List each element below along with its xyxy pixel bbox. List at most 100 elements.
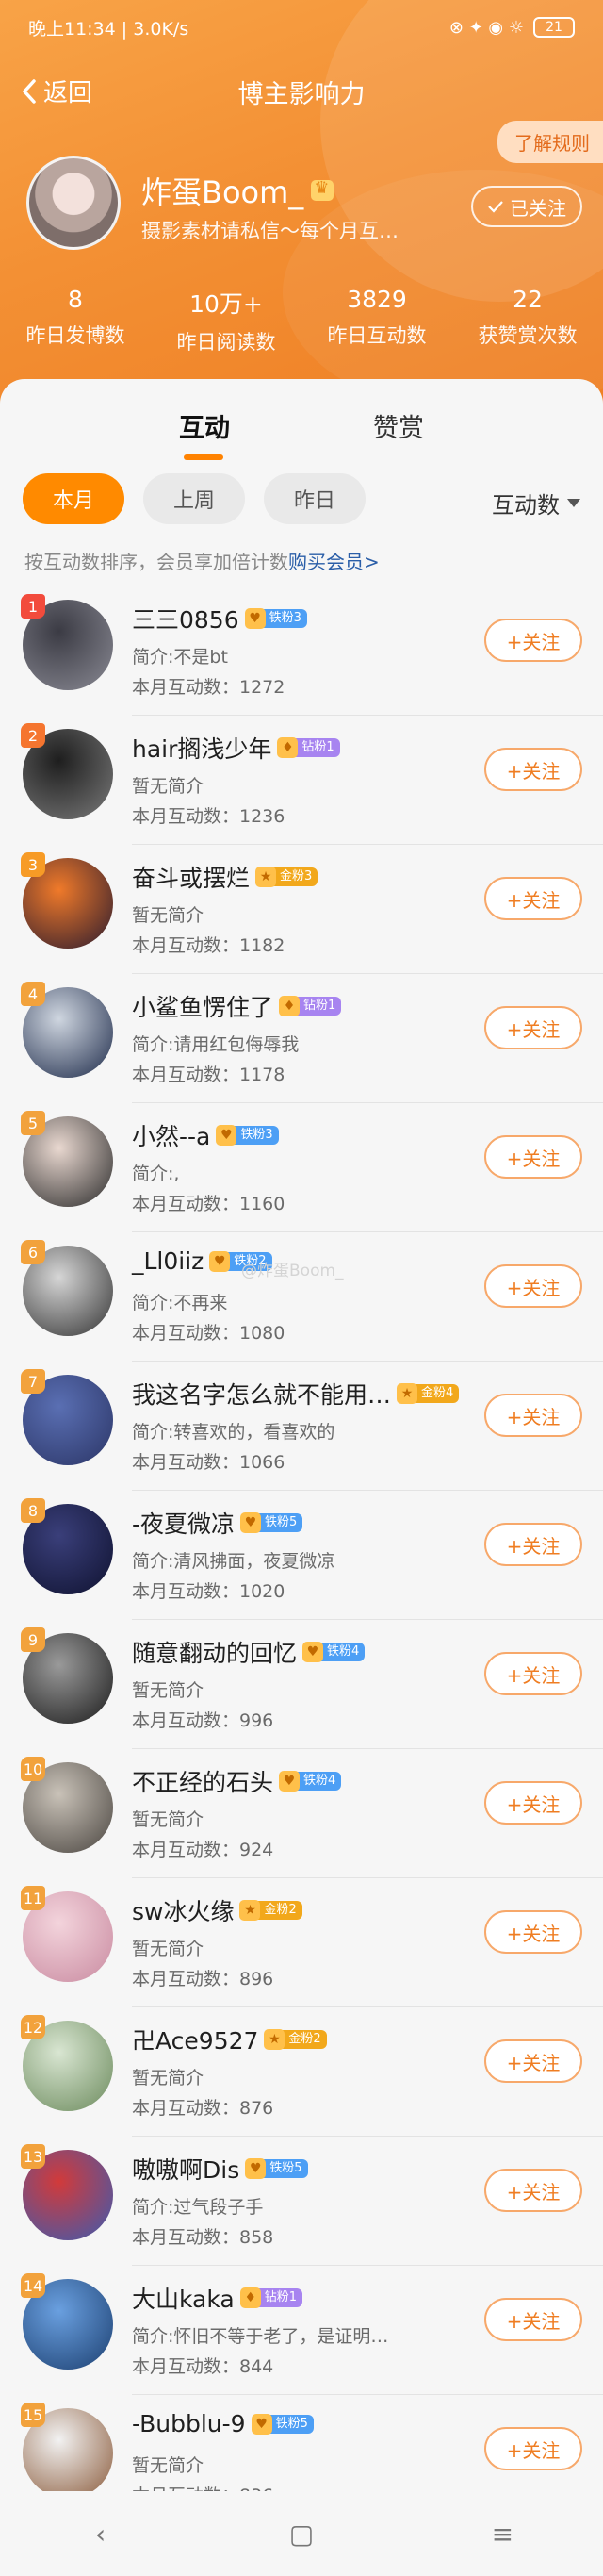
follow-button[interactable]: +关注 bbox=[484, 1394, 582, 1437]
ranking-hint: 按互动数排序，会员享加倍计数购买会员> bbox=[24, 547, 380, 574]
fan-badge-label: 铁粉3 bbox=[262, 609, 307, 628]
fan-name[interactable]: hair搁浅少年 bbox=[132, 731, 271, 765]
follow-button[interactable]: +关注 bbox=[484, 2298, 582, 2341]
rank-badge: 1 bbox=[21, 594, 45, 619]
stat-reads: 10万+ 昨日阅读数 bbox=[151, 286, 302, 355]
fan-row[interactable]: 9 随意翻动的回忆 ♥ 铁粉4 暂无简介 本月互动数：996 +关注 bbox=[0, 1620, 603, 1749]
sort-label: 互动数 bbox=[492, 492, 560, 519]
rank-badge: 5 bbox=[21, 1111, 45, 1135]
fan-description: 简介:清风拂面，夜夏微凉 bbox=[132, 1551, 335, 1572]
fan-badge-icon: ★ bbox=[397, 1383, 418, 1404]
fan-interaction-count: 本月互动数：1020 bbox=[132, 1581, 285, 1602]
fan-name[interactable]: 卍Ace9527 bbox=[132, 2023, 258, 2056]
followed-button[interactable]: 已关注 bbox=[471, 186, 582, 227]
rank-badge: 10 bbox=[21, 1757, 45, 1781]
fan-interaction-count: 本月互动数：1080 bbox=[132, 1323, 285, 1344]
period-this-month[interactable]: 本月 bbox=[23, 473, 124, 524]
buy-membership-link[interactable]: 购买会员> bbox=[288, 551, 380, 573]
follow-button[interactable]: +关注 bbox=[484, 1781, 582, 1825]
fan-list: 1 三三0856 ♥ 铁粉3 简介:不是bt 本月互动数：1272 +关注 2 hair搁浅少年… bbox=[0, 586, 603, 2524]
stat-value: 8 bbox=[68, 286, 83, 313]
fan-row[interactable]: 13 嗷嗷啊Dis ♥ 铁粉5 简介:过气段子手 本月互动数：858 +关注 bbox=[0, 2137, 603, 2266]
rank-badge: 12 bbox=[21, 2015, 45, 2039]
period-last-week[interactable]: 上周 bbox=[143, 473, 245, 524]
fan-badge-icon: ♥ bbox=[216, 1125, 237, 1146]
follow-button[interactable]: +关注 bbox=[484, 619, 582, 662]
fan-row[interactable]: 12 卍Ace9527 ★ 金粉2 暂无简介 本月互动数：876 +关注 bbox=[0, 2007, 603, 2137]
follow-button[interactable]: +关注 bbox=[484, 1135, 582, 1179]
fan-level-badge: ♦ 钻粉1 bbox=[279, 996, 342, 1016]
follow-button[interactable]: +关注 bbox=[484, 1006, 582, 1049]
fan-name[interactable]: 三三0856 bbox=[132, 602, 239, 636]
battery-icon: 21 bbox=[533, 17, 575, 38]
fan-row[interactable]: 6 _Ll0iiz ♥ 铁粉2 简介:不再来 本月互动数：1080 +关注 @炸蛋Boom_ bbox=[0, 1232, 603, 1362]
fan-level-badge: ★ 金粉2 bbox=[264, 2029, 327, 2050]
fan-name-line: 卍Ace9527 ★ 金粉2 bbox=[132, 2023, 327, 2056]
sort-dropdown[interactable]: 互动数 bbox=[492, 487, 580, 520]
fan-name[interactable]: 奋斗或摆烂 bbox=[132, 860, 250, 894]
fan-level-badge: ♥ 铁粉5 bbox=[240, 1512, 303, 1533]
period-yesterday[interactable]: 昨日 bbox=[264, 473, 366, 524]
tab-bar: 互动 赞赏 bbox=[0, 407, 603, 464]
fan-row[interactable]: 8 -夜夏微凉 ♥ 铁粉5 简介:清风拂面，夜夏微凉 本月互动数：1020 +关注 bbox=[0, 1491, 603, 1620]
fan-name[interactable]: sw冰火缘 bbox=[132, 1893, 234, 1927]
nav-menu-icon[interactable]: ≡ bbox=[474, 2518, 530, 2550]
follow-button[interactable]: +关注 bbox=[484, 2169, 582, 2212]
fan-name[interactable]: 小鲨鱼愣住了 bbox=[132, 989, 273, 1023]
fan-badge-icon: ♦ bbox=[277, 737, 299, 758]
fan-interaction-count: 本月互动数：996 bbox=[132, 1710, 274, 1731]
fan-interaction-count: 本月互动数：1236 bbox=[132, 806, 285, 827]
fan-row[interactable]: 10 不正经的石头 ♥ 铁粉4 暂无简介 本月互动数：924 +关注 bbox=[0, 1749, 603, 1878]
follow-button[interactable]: +关注 bbox=[484, 2039, 582, 2083]
follow-button[interactable]: +关注 bbox=[484, 1523, 582, 1566]
avatar[interactable] bbox=[26, 156, 121, 250]
fan-level-badge: ♥ 铁粉3 bbox=[216, 1125, 279, 1146]
fan-description: 暂无简介 bbox=[132, 776, 204, 797]
fan-name[interactable]: 我这名字怎么就不能用… bbox=[132, 1377, 391, 1411]
fan-name[interactable]: 不正经的石头 bbox=[132, 1764, 273, 1798]
fan-name[interactable]: 嗷嗷啊Dis bbox=[132, 2152, 239, 2186]
fan-row[interactable]: 7 我这名字怎么就不能用… ★ 金粉4 简介:转喜欢的，看喜欢的 本月互动数：1066 +关… bbox=[0, 1362, 603, 1491]
follow-button[interactable]: +关注 bbox=[484, 877, 582, 920]
fan-row[interactable]: 11 sw冰火缘 ★ 金粉2 暂无简介 本月互动数：896 +关注 bbox=[0, 1878, 603, 2007]
fan-interaction-count: 本月互动数：876 bbox=[132, 2098, 274, 2119]
fan-row[interactable]: 5 小然--a ♥ 铁粉3 简介:, 本月互动数：1160 +关注 bbox=[0, 1103, 603, 1232]
fan-row[interactable]: 14 大山kaka ♦ 钻粉1 简介:怀旧不等于老了，是证明… 本月互动数：844 +关注 bbox=[0, 2266, 603, 2395]
fan-name[interactable]: -Bubblu-9 bbox=[132, 2410, 246, 2437]
fan-badge-label: 金粉2 bbox=[282, 2030, 327, 2049]
rank-badge: 8 bbox=[21, 1498, 45, 1523]
tab-tips[interactable]: 赞赏 bbox=[333, 407, 464, 444]
follow-button[interactable]: +关注 bbox=[484, 1264, 582, 1308]
fan-level-badge: ♥ 铁粉4 bbox=[279, 1771, 342, 1792]
nav-back-icon[interactable]: ‹ bbox=[73, 2518, 129, 2550]
fan-description: 简介:不再来 bbox=[132, 1293, 228, 1313]
follow-button[interactable]: +关注 bbox=[484, 2427, 582, 2470]
fan-name[interactable]: 小然--a bbox=[132, 1118, 210, 1152]
tab-interaction[interactable]: 互动 bbox=[139, 407, 270, 444]
fan-badge-label: 铁粉5 bbox=[263, 2159, 308, 2178]
fan-name-line: -夜夏微凉 ♥ 铁粉5 bbox=[132, 1506, 303, 1540]
follow-button[interactable]: +关注 bbox=[484, 1652, 582, 1695]
fan-row[interactable]: 3 奋斗或摆烂 ★ 金粉3 暂无简介 本月互动数：1182 +关注 bbox=[0, 845, 603, 974]
fan-name[interactable]: _Ll0iiz bbox=[132, 1247, 204, 1275]
follow-button[interactable]: +关注 bbox=[484, 1910, 582, 1954]
fan-level-badge: ★ 金粉3 bbox=[255, 867, 318, 887]
fan-description: 简介:过气段子手 bbox=[132, 2197, 264, 2218]
fan-name[interactable]: 大山kaka bbox=[132, 2281, 235, 2315]
fan-interaction-count: 本月互动数：1178 bbox=[132, 1065, 285, 1085]
fan-badge-label: 钻粉1 bbox=[257, 2288, 302, 2307]
fan-name[interactable]: 随意翻动的回忆 bbox=[132, 1635, 297, 1669]
fan-row[interactable]: 1 三三0856 ♥ 铁粉3 简介:不是bt 本月互动数：1272 +关注 bbox=[0, 586, 603, 716]
fan-description: 暂无简介 bbox=[132, 2455, 204, 2476]
stat-posts: 8 昨日发博数 bbox=[0, 286, 151, 355]
fan-name[interactable]: -夜夏微凉 bbox=[132, 1506, 235, 1540]
nav-home-icon[interactable]: ▢ bbox=[273, 2518, 330, 2550]
fan-description: 简介:不是bt bbox=[132, 647, 228, 668]
fan-row[interactable]: 4 小鲨鱼愣住了 ♦ 钻粉1 简介:请用红包侮辱我 本月互动数：1178 +关注 bbox=[0, 974, 603, 1103]
fan-badge-label: 钻粉1 bbox=[297, 997, 342, 1016]
follow-button[interactable]: +关注 bbox=[484, 748, 582, 791]
active-tab-indicator bbox=[184, 454, 223, 460]
fan-level-badge: ★ 金粉4 bbox=[397, 1383, 460, 1404]
fan-interaction-count: 本月互动数：1182 bbox=[132, 935, 285, 956]
fan-row[interactable]: 2 hair搁浅少年 ♦ 钻粉1 暂无简介 本月互动数：1236 +关注 bbox=[0, 716, 603, 845]
